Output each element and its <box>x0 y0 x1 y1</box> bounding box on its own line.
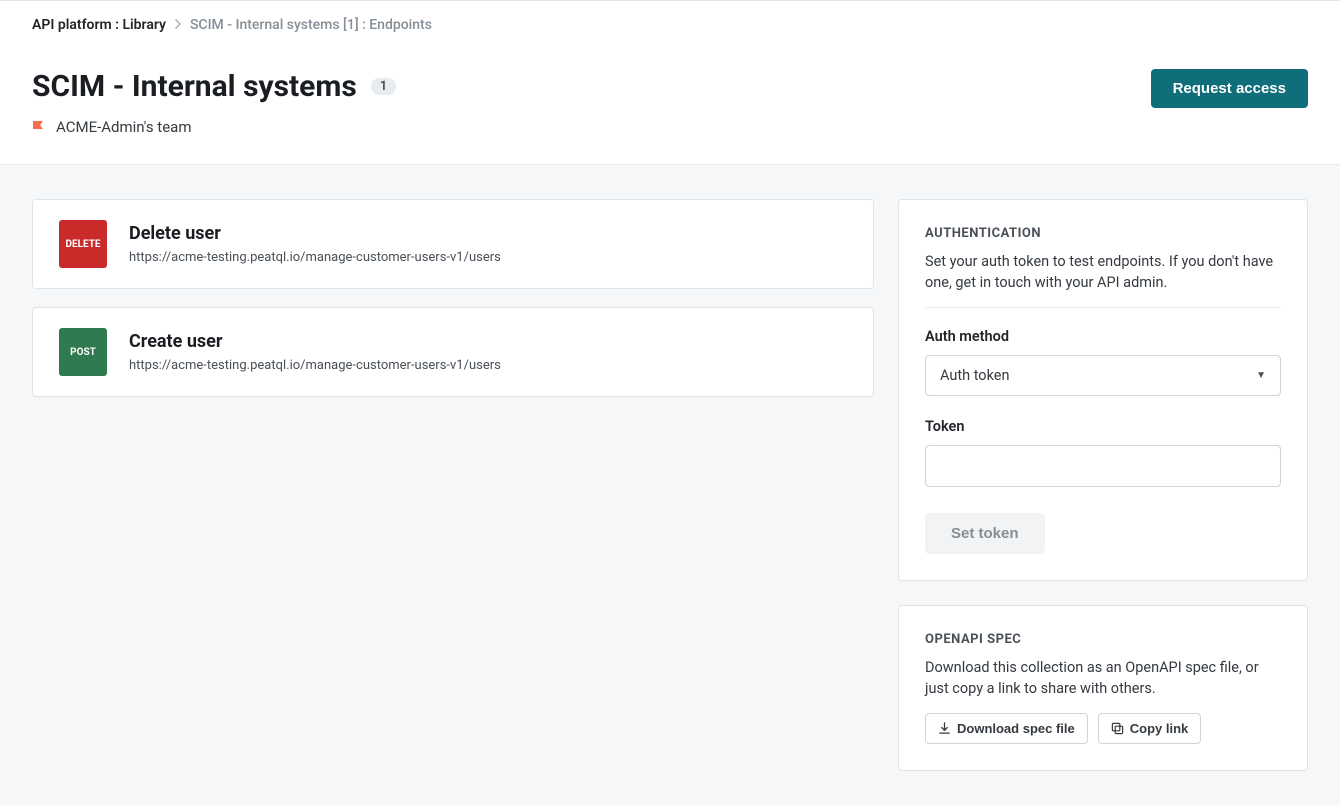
openapi-spec-panel: OPENAPI SPEC Download this collection as… <box>898 605 1308 771</box>
auth-method-label: Auth method <box>925 328 1281 345</box>
chevron-right-icon <box>174 18 182 32</box>
team-name: ACME-Admin's team <box>56 118 191 136</box>
request-access-button[interactable]: Request access <box>1151 69 1308 108</box>
endpoint-card[interactable]: DELETE Delete user https://acme-testing.pe… <box>32 199 874 289</box>
authentication-panel: AUTHENTICATION Set your auth token to te… <box>898 199 1308 581</box>
caret-down-icon: ▼ <box>1256 370 1266 381</box>
page-title-text: SCIM - Internal systems <box>32 69 357 104</box>
auth-method-value: Auth token <box>940 367 1009 384</box>
set-token-button[interactable]: Set token <box>925 513 1045 554</box>
endpoint-url: https://acme-testing.peatql.io/manage-cu… <box>129 358 501 373</box>
breadcrumb-current: SCIM - Internal systems [1] : Endpoints <box>190 17 432 33</box>
endpoint-info: Delete user https://acme-testing.peatql.i… <box>129 223 501 265</box>
endpoint-card[interactable]: POST Create user https://acme-testing.peat… <box>32 307 874 397</box>
download-icon <box>938 722 951 735</box>
endpoint-title: Delete user <box>129 223 501 244</box>
copy-link-button[interactable]: Copy link <box>1098 713 1202 744</box>
team-row: ACME-Admin's team <box>32 118 396 136</box>
breadcrumb-root-link[interactable]: API platform : Library <box>32 17 166 33</box>
method-badge: POST <box>59 328 107 376</box>
download-spec-label: Download spec file <box>957 721 1075 736</box>
spec-description: Download this collection as an OpenAPI s… <box>925 657 1281 699</box>
breadcrumb: API platform : Library SCIM - Internal s… <box>32 17 1308 33</box>
copy-icon <box>1111 722 1124 735</box>
divider <box>925 307 1281 308</box>
spec-heading: OPENAPI SPEC <box>925 632 1281 647</box>
endpoint-url: https://acme-testing.peatql.io/manage-cu… <box>129 250 501 265</box>
auth-heading: AUTHENTICATION <box>925 226 1281 241</box>
auth-description: Set your auth token to test endpoints. I… <box>925 251 1281 293</box>
endpoints-list: DELETE Delete user https://acme-testing.pe… <box>32 199 874 397</box>
endpoint-info: Create user https://acme-testing.peatql.i… <box>129 331 501 373</box>
flag-icon <box>32 120 46 134</box>
download-spec-button[interactable]: Download spec file <box>925 713 1088 744</box>
token-label: Token <box>925 418 1281 435</box>
method-badge: DELETE <box>59 220 107 268</box>
version-badge: 1 <box>371 78 396 95</box>
token-input[interactable] <box>925 445 1281 487</box>
auth-method-select[interactable]: Auth token ▼ <box>925 355 1281 396</box>
page-title: SCIM - Internal systems 1 <box>32 69 396 104</box>
copy-link-label: Copy link <box>1130 721 1189 736</box>
endpoint-title: Create user <box>129 331 501 352</box>
